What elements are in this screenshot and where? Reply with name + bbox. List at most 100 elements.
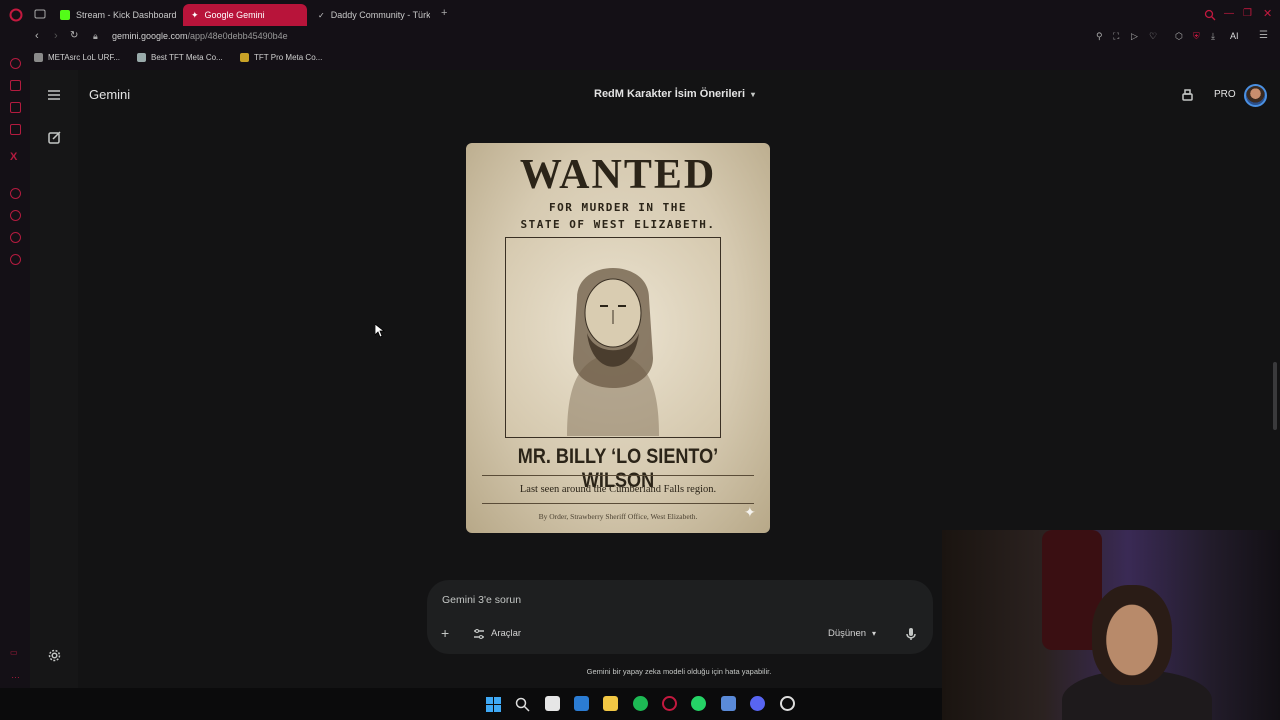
sidebar-icon[interactable] [10,124,21,135]
tools-label: Araçlar [491,628,522,639]
heart-icon[interactable]: ♡ [1149,31,1157,42]
sidebar-icon[interactable] [10,188,21,199]
add-attachment-icon[interactable]: + [441,625,449,641]
tab-kick-dashboard[interactable]: Stream - Kick Dashboard [52,4,180,26]
poster-headline: WANTED [519,152,717,198]
whatsapp-icon[interactable] [691,696,706,711]
taskbar-search-icon[interactable] [515,697,530,712]
tab-label: Daddy Community - Türk [330,10,430,20]
opera-logo-icon[interactable] [9,8,23,22]
sidebar-icon[interactable] [10,232,21,243]
download-icon[interactable]: ⤓ [1211,31,1215,42]
reload-icon[interactable]: ↻ [70,30,78,41]
sidebar-icon[interactable] [10,58,21,69]
poster-order-line: By Order, Strawberry Sheriff Office, Wes… [538,512,698,521]
tab-label: Google Gemini [204,10,265,20]
sparkle-icon: ✦ [744,505,756,521]
menu-icon[interactable]: ☰ [1259,30,1268,41]
pin-icon[interactable]: ⚲ [1096,31,1103,42]
chevron-down-icon: ▾ [751,89,756,99]
spotify-icon[interactable] [633,696,648,711]
outlook-icon[interactable] [574,696,589,711]
mode-label: Düşünen [828,628,867,639]
minimize-icon[interactable]: — [1224,8,1234,19]
streamer-face [1092,585,1172,685]
address-bar: ‹ › ↻ 🔒︎ gemini.google.com/app/48e0debb4… [0,28,1280,48]
play-icon[interactable]: ▷ [1131,31,1138,42]
settings-gear-icon[interactable] [48,649,61,662]
bookmark-label: METAsrc LoL URF... [48,53,121,62]
model-mode-dropdown[interactable]: Düşünen ▾ [828,628,876,639]
bookmark-icon [137,53,146,62]
back-icon[interactable]: ‹ [35,30,39,42]
prompt-composer [427,580,933,654]
tab-google-gemini[interactable]: ✦ Google Gemini [183,4,307,26]
discord-icon[interactable] [750,696,765,711]
bookmark-item[interactable]: METAsrc LoL URF... [34,53,120,62]
tab-daddy-community[interactable]: ✓ Daddy Community - Türk [310,4,430,26]
outlaw-sketch [566,268,659,436]
poster-line-1: FOR MURDER IN THE [548,201,688,214]
poster-divider [482,475,754,476]
avatar[interactable] [1244,84,1267,107]
bookmark-label: TFT Pro Meta Co... [254,53,323,62]
sidebar-icon[interactable]: ▭ [10,648,18,657]
x-icon[interactable]: X [10,151,17,163]
bookmark-item[interactable]: TFT Pro Meta Co... [240,53,322,62]
generated-wanted-poster-image[interactable]: WANTED FOR MURDER IN THE STATE OF WEST E… [466,143,770,533]
sidebar-icon[interactable] [10,102,21,113]
gemini-side-rail [30,70,78,688]
webcam-overlay [942,530,1280,720]
poster-divider [482,503,754,504]
mouse-cursor-icon [375,324,385,338]
snapshot-icon[interactable]: ⛶ [1113,31,1119,42]
forward-icon[interactable]: › [54,30,58,42]
task-view-icon[interactable] [545,696,560,711]
conversation-title-dropdown[interactable]: RedM Karakter İsim Önerileri ▾ [594,88,755,100]
microphone-icon[interactable] [906,627,916,641]
url-field[interactable]: gemini.google.com/app/48e0debb45490b4e [112,31,288,41]
bookmarks-bar: METAsrc LoL URF... Best TFT Meta Co... T… [0,48,1280,70]
tools-sliders-icon [474,628,484,639]
tools-button[interactable]: Araçlar [473,628,521,639]
bookmark-label: Best TFT Meta Co... [151,53,223,62]
browser-tab-bar: Stream - Kick Dashboard ✦ Google Gemini … [0,0,1280,28]
chevron-down-icon: ▾ [872,629,877,638]
tab-label: Stream - Kick Dashboard [76,10,177,20]
opera-sidebar: X ▭ … [0,48,30,688]
bookmark-icon [34,53,43,62]
settings-icon[interactable] [10,254,21,265]
pro-badge: PRO [1214,89,1236,100]
poster-line-2: STATE OF WEST ELIZABETH. [520,218,716,231]
bookmark-item[interactable]: Best TFT Meta Co... [137,53,223,62]
wallet-icon[interactable]: ⛨ [1193,31,1200,42]
url-path: /app/48e0debb45490b4e [187,31,288,41]
search-icon[interactable] [1204,9,1216,21]
ai-button[interactable]: AI [1230,31,1239,41]
scrollbar-thumb[interactable] [1273,362,1277,430]
extensions-icon[interactable]: ⬡ [1175,31,1183,42]
new-tab-icon[interactable]: + [441,7,447,19]
ai-label: AI [1230,31,1239,41]
new-chat-icon[interactable] [48,131,61,144]
poster-last-seen: Last seen around the Cumberland Falls re… [519,484,717,495]
print-icon[interactable] [1181,89,1194,102]
maximize-icon[interactable]: ❐ [1243,8,1252,19]
community-icon: ✓ [318,10,325,20]
hamburger-menu-icon[interactable] [47,89,61,101]
lock-icon: 🔒︎ [93,31,98,41]
history-icon[interactable] [10,210,21,221]
conversation-title: RedM Karakter İsim Önerileri [594,88,746,100]
file-explorer-icon[interactable] [603,696,618,711]
prompt-input[interactable]: Gemini 3'e sorun [442,594,521,606]
app-icon[interactable] [721,696,736,711]
close-icon[interactable]: ✕ [1263,7,1272,20]
gemini-icon: ✦ [191,9,199,20]
kick-icon [60,10,70,20]
opera-taskbar-icon[interactable] [662,696,677,711]
bookmark-icon [240,53,249,62]
sidebar-icon[interactable] [10,80,21,91]
tab-overview-icon[interactable] [34,9,46,19]
app-icon[interactable] [780,696,795,711]
windows-start-icon[interactable] [486,697,501,712]
